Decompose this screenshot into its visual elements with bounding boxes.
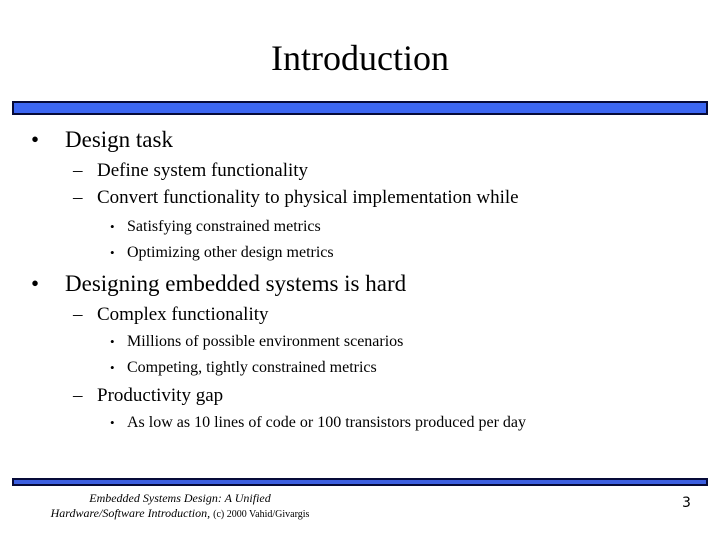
dash-icon: –: [73, 304, 83, 325]
bullet-icon: •: [31, 127, 40, 152]
dash-icon: –: [73, 187, 83, 208]
bullet-icon: •: [110, 219, 115, 234]
title-divider-bar: [12, 101, 708, 115]
dash-icon: –: [73, 160, 83, 181]
footer-divider-bar: [12, 478, 708, 486]
footer-line2: Hardware/Software Introduction, (c) 2000…: [50, 506, 310, 520]
footer-citation: Embedded Systems Design: A Unified Hardw…: [20, 491, 340, 522]
bullet-icon: •: [31, 271, 40, 296]
bullet-icon: •: [110, 245, 115, 260]
bullet-icon: •: [110, 334, 115, 349]
slide-title: Introduction: [271, 38, 449, 78]
page-number: 3: [682, 495, 691, 511]
dash-icon: –: [73, 385, 83, 406]
bullet-icon: •: [110, 415, 115, 430]
bullet-icon: •: [110, 360, 115, 375]
footer-line1: Embedded Systems Design: A Unified: [89, 491, 271, 505]
